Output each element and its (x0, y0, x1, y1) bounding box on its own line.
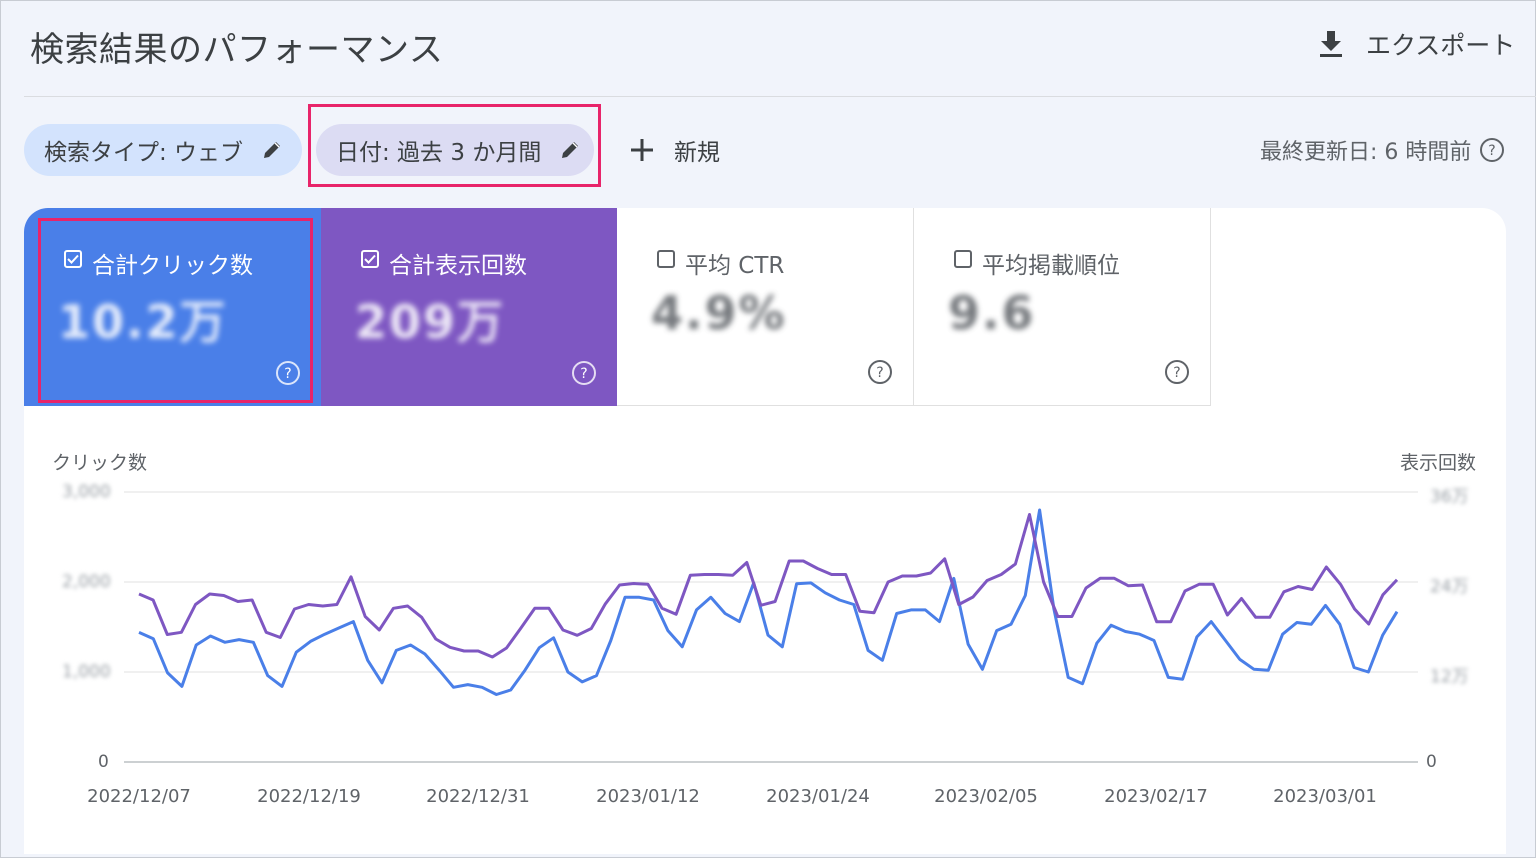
metric-total-impressions[interactable]: 合計表示回数 209万 ? (321, 208, 617, 406)
export-label: エクスポート (1366, 31, 1516, 60)
help-icon[interactable]: ? (1164, 359, 1190, 385)
metric-value: 10.2万 (58, 295, 228, 349)
svg-text:?: ? (1173, 365, 1180, 381)
x-tick: 2023/03/01 (1273, 786, 1377, 807)
svg-text:?: ? (284, 366, 291, 382)
plus-icon (628, 136, 656, 164)
metric-average-position[interactable]: 平均掲載順位 9.6 ? (914, 208, 1211, 406)
last-updated: 最終更新日: 6 時間前 ? (1260, 134, 1505, 166)
export-button[interactable]: エクスポート (1318, 24, 1515, 64)
metric-value: 209万 (355, 295, 506, 349)
date-chip[interactable]: 日付: 過去 3 か月間 (316, 124, 594, 176)
metric-value: 4.9% (651, 286, 787, 340)
left-tick: 3,000 (62, 482, 111, 502)
last-updated-label: 最終更新日: 6 時間前 (1260, 140, 1472, 165)
download-icon (1318, 29, 1344, 59)
right-tick: 24万 (1430, 577, 1469, 597)
help-icon[interactable]: ? (867, 359, 893, 385)
metric-value: 9.6 (948, 286, 1036, 340)
page-title: 検索結果のパフォーマンス (30, 30, 444, 70)
left-tick: 2,000 (62, 572, 111, 592)
x-tick: 2023/02/17 (1104, 786, 1208, 807)
x-tick: 2022/12/19 (257, 786, 361, 807)
date-label: 日付: 過去 3 か月間 (336, 140, 542, 166)
search-type-chip[interactable]: 検索タイプ: ウェブ (24, 124, 302, 176)
metric-label: 合計クリック数 (92, 253, 253, 279)
left-tick: 1,000 (62, 662, 111, 682)
metric-label: 平均 CTR (685, 253, 785, 279)
help-icon[interactable]: ? (1479, 137, 1505, 163)
right-axis-title: 表示回数 (1400, 452, 1477, 474)
metric-label: 合計表示回数 (389, 253, 527, 279)
right-tick: 36万 (1430, 487, 1469, 507)
help-icon[interactable]: ? (571, 360, 597, 386)
new-filter-button[interactable]: 新規 (628, 130, 720, 170)
metric-total-clicks[interactable]: 合計クリック数 10.2万 ? (24, 208, 321, 406)
svg-text:?: ? (876, 365, 883, 381)
svg-text:?: ? (1489, 143, 1496, 159)
search-type-label: 検索タイプ: ウェブ (44, 140, 244, 166)
right-tick: 0 (1426, 752, 1437, 772)
x-tick: 2023/01/12 (596, 786, 700, 807)
new-filter-label: 新規 (674, 140, 720, 166)
x-tick: 2022/12/07 (87, 786, 191, 807)
metric-average-ctr[interactable]: 平均 CTR 4.9% ? (617, 208, 914, 406)
svg-text:?: ? (580, 366, 587, 382)
help-icon[interactable]: ? (275, 360, 301, 386)
x-tick: 2023/02/05 (934, 786, 1038, 807)
header-divider (24, 96, 1536, 97)
pencil-icon[interactable] (559, 139, 581, 161)
left-tick: 0 (98, 752, 109, 772)
x-tick: 2023/01/24 (766, 786, 870, 807)
right-tick: 12万 (1430, 667, 1469, 687)
metric-label: 平均掲載順位 (982, 253, 1120, 279)
x-tick: 2022/12/31 (426, 786, 530, 807)
pencil-icon[interactable] (261, 139, 283, 161)
performance-card: 合計クリック数 10.2万 ? 合計表示回数 209万 ? 平均 CTR 4.9… (24, 208, 1506, 854)
left-axis-title: クリック数 (52, 452, 148, 474)
